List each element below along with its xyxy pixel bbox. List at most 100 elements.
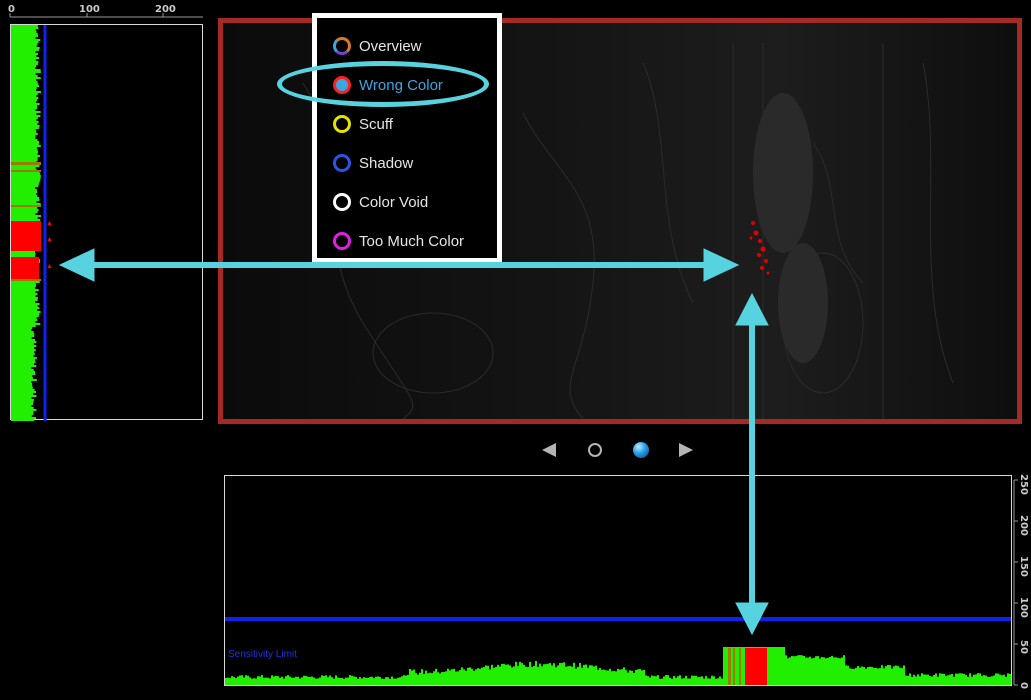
horizontal-profile-bar [675,677,677,685]
horizontal-profile-bar [803,656,805,685]
horizontal-profile-bar [871,666,873,685]
vertical-profile-bar [11,179,41,181]
horizontal-profile-bar [945,676,947,685]
vertical-profile-bar [11,175,41,177]
page-dot-2-active[interactable] [633,442,649,458]
horizontal-profile-bar [315,678,317,685]
vertical-profile-bar [11,45,37,47]
vertical-profile-bar [11,333,35,335]
horizontal-profile-bar [829,656,831,685]
horizontal-profile-bar [587,667,589,685]
horizontal-profile-bar [1009,674,1011,685]
vertical-profile-bar [11,363,34,365]
horizontal-profile-bar [643,669,645,685]
mode-item-scuff[interactable]: Scuff [333,109,393,139]
horizontal-profile-bar [957,673,959,685]
horizontal-profile-bar [369,676,371,685]
horizontal-profile-bar [423,674,425,685]
horizontal-profile-bar [619,669,621,685]
horizontal-profile-bar [891,668,893,685]
horizontal-profile-bar [579,662,581,685]
horizontal-profile-bar [875,668,877,685]
horizontal-profile-bar [599,668,601,685]
horizontal-profile-bar [1007,673,1009,685]
horizontal-profile-bar [681,678,683,685]
vertical-profile-bar [11,339,35,341]
vertical-profile-bar [11,187,36,189]
horizontal-profile-bar [781,647,783,685]
mode-item-too-much-color[interactable]: Too Much Color [333,226,464,256]
horizontal-profile-bar [507,664,509,685]
previous-arrow-icon[interactable] [542,443,556,457]
right-axis-tick: 150 [1018,556,1029,577]
horizontal-profile-bar [715,679,717,685]
vertical-profile-bar [11,361,36,363]
horizontal-profile-bar [931,676,933,685]
horizontal-profile-bar [275,675,277,685]
vertical-profile-bar [11,39,41,41]
vertical-profile-bar [11,191,38,193]
horizontal-profile-bar [391,676,393,685]
horizontal-profile-bar [775,647,777,685]
horizontal-profile-bar [537,666,539,685]
vertical-profile-bar [11,321,36,323]
horizontal-profile-bar [919,676,921,685]
horizontal-profile-bar [437,672,439,685]
mode-item-color-void[interactable]: Color Void [333,187,428,217]
horizontal-profile-bar [313,677,315,685]
horizontal-profile-bar [809,656,811,685]
horizontal-profile-bar [283,678,285,685]
horizontal-profile-bar [719,676,721,685]
horizontal-profile-bar [805,657,807,685]
horizontal-profile-bar [659,679,661,685]
vertical-profile-panel: ▲ ▲ ▲ [10,24,203,421]
vertical-profile-bar [11,91,41,93]
horizontal-profile-bar [345,677,347,685]
horizontal-profile-bar [985,675,987,685]
horizontal-profile-axis: 250 200 150 100 50 0 [1013,474,1029,689]
horizontal-profile-bar [853,668,855,685]
page-dot-1[interactable] [588,443,602,457]
horizontal-profile-bar [789,657,791,685]
horizontal-profile-bar [617,668,619,685]
vertical-profile-bar [11,81,38,83]
mode-item-overview[interactable]: Overview [333,31,422,61]
horizontal-profile-bar [981,676,983,685]
next-arrow-icon[interactable] [679,443,693,457]
horizontal-profile-bar [821,657,823,685]
horizontal-profile-bar [515,661,517,685]
horizontal-profile-bar [661,678,663,685]
vertical-profile-bar [11,127,39,129]
horizontal-profile-bar [893,666,895,685]
right-axis-tick: 0 [1018,682,1029,689]
horizontal-profile-bar [485,665,487,685]
horizontal-marker-band [728,648,731,685]
horizontal-profile-bar [999,674,1001,685]
horizontal-profile-bar [483,667,485,685]
horizontal-profile-bar [973,674,975,685]
vertical-profile-bar [11,345,37,347]
mode-label: Shadow [359,154,414,172]
horizontal-profile-bar [737,647,739,685]
mode-label: Overview [359,37,422,55]
vertical-profile-plot: ▲ ▲ ▲ [11,25,53,421]
horizontal-profile-bar [491,664,493,685]
horizontal-profile-bar [531,667,533,685]
vertical-profile-bar [11,325,36,327]
horizontal-profile-bar [455,671,457,685]
vertical-profile-bar [11,407,34,409]
horizontal-profile-bar [901,668,903,685]
vertical-profile-bar [11,283,36,285]
vertical-profile-bar [11,139,38,141]
horizontal-profile-bar [339,678,341,685]
horizontal-profile-bar [271,675,273,685]
vertical-profile-bar [11,65,37,67]
horizontal-profile-bar [883,668,885,685]
mode-item-shadow[interactable]: Shadow [333,148,413,178]
mode-item-wrong-color[interactable]: Wrong Color [333,70,443,100]
horizontal-profile-bar [355,676,357,685]
horizontal-profile-bar [943,673,945,685]
horizontal-profile-bar [863,667,865,685]
horizontal-profile-bar [839,658,841,685]
horizontal-profile-bar [935,673,937,685]
